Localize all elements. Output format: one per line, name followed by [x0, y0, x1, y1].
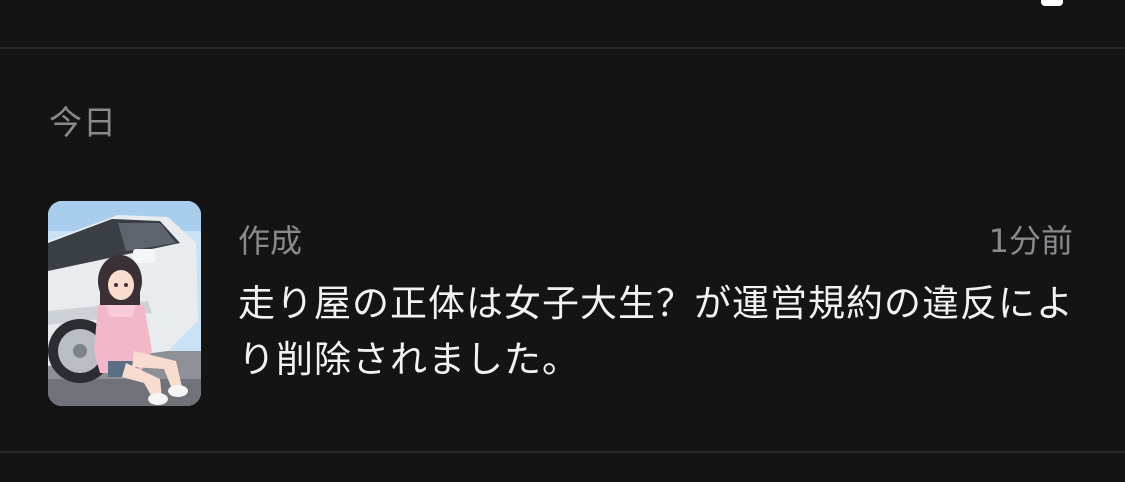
notification-category: 作成	[238, 222, 303, 260]
notification-thumbnail	[48, 201, 201, 406]
list-divider	[0, 451, 1125, 453]
anime-girl-car-thumbnail	[48, 201, 201, 406]
section-header-today: 今日	[49, 103, 117, 142]
top-bar-icon[interactable]	[1041, 0, 1063, 6]
header-divider	[0, 47, 1125, 49]
notifications-screen: 今日 作成 1分前 走り屋の正体は女子大生？が運営規約の違反により削除されました…	[0, 0, 1125, 482]
notification-message: 走り屋の正体は女子大生？が運営規約の違反により削除されました。	[238, 282, 1074, 381]
notification-item[interactable]: 作成 1分前 走り屋の正体は女子大生？が運営規約の違反により削除されました。	[0, 180, 1125, 430]
notification-time: 1分前	[988, 222, 1073, 260]
